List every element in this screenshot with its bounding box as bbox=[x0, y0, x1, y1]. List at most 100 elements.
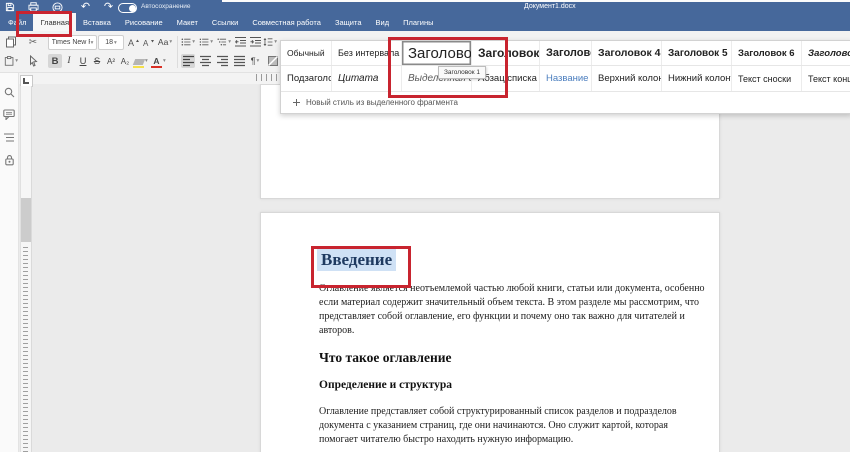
align-justify-button[interactable] bbox=[232, 54, 246, 68]
paste-button[interactable] bbox=[4, 54, 18, 68]
doc-paragraph-2: Оглавление представляет собой структурир… bbox=[319, 405, 677, 447]
style-normal[interactable]: Обычный bbox=[281, 41, 332, 65]
strikethrough-button[interactable]: S bbox=[90, 54, 104, 68]
increase-font-icon[interactable]: A bbox=[126, 35, 140, 49]
subscript-button[interactable]: A₂ bbox=[118, 54, 132, 68]
numbered-list-icon[interactable] bbox=[199, 35, 213, 49]
toolbar-separator bbox=[177, 36, 178, 68]
change-case-icon[interactable]: Aa bbox=[156, 35, 174, 49]
font-color-icon[interactable]: A bbox=[151, 54, 166, 68]
svg-text:A: A bbox=[143, 39, 149, 48]
align-left-button[interactable] bbox=[181, 54, 195, 68]
svg-text:A: A bbox=[128, 38, 134, 48]
paragraph-marks-icon[interactable]: ¶ bbox=[248, 54, 262, 68]
document-canvas: Введение Оглавление является неотъемлемо… bbox=[31, 84, 850, 452]
undo-icon[interactable]: ↶ bbox=[80, 2, 91, 12]
paragraph-line: Оглавление является неотъемлемой частью … bbox=[319, 282, 705, 296]
align-center-button[interactable] bbox=[198, 54, 212, 68]
new-style-button[interactable]: Новый стиль из выделенного фрагмента bbox=[281, 92, 850, 113]
word-processor-window: ↶ ↷ Автосохранение Документ1.docx Файл Г… bbox=[0, 0, 850, 452]
tab-insert[interactable]: Вставка bbox=[76, 13, 118, 31]
autosave-toggle[interactable] bbox=[118, 3, 137, 13]
styles-row-2: Подзаголовок Цитата Выделенная цитата Аб… bbox=[281, 66, 850, 92]
window-top-strip bbox=[222, 0, 850, 2]
lock-icon[interactable] bbox=[3, 154, 15, 166]
style-subtitle[interactable]: Подзаголовок bbox=[281, 66, 332, 91]
doc-heading-3: Определение и структура bbox=[319, 379, 452, 391]
cut-button[interactable]: ✂ bbox=[26, 35, 40, 49]
style-endnote-text[interactable]: Текст концевой сноски bbox=[802, 66, 850, 91]
paragraph-line: Оглавление представляет собой структурир… bbox=[319, 405, 677, 419]
comments-icon[interactable] bbox=[3, 108, 15, 120]
doc-heading-1: Введение bbox=[317, 249, 396, 271]
paragraph-line: если материал содержит значительный объе… bbox=[319, 296, 705, 310]
bullet-list-icon[interactable] bbox=[181, 35, 195, 49]
doc-paragraph-1: Оглавление является неотъемлемой частью … bbox=[319, 282, 705, 338]
tab-protection[interactable]: Защита bbox=[328, 13, 369, 31]
style-quote[interactable]: Цитата bbox=[332, 66, 402, 91]
style-no-spacing[interactable]: Без интервала bbox=[332, 41, 402, 65]
tab-home[interactable]: Главная bbox=[33, 13, 76, 31]
redo-icon[interactable]: ↷ bbox=[103, 2, 114, 12]
decrease-font-icon[interactable]: A bbox=[141, 35, 155, 49]
font-size-value: 18 bbox=[105, 39, 113, 46]
style-footnote-text[interactable]: Текст сноски bbox=[732, 66, 802, 91]
save-icon[interactable] bbox=[4, 2, 15, 12]
style-heading-4[interactable]: Заголовок 4 bbox=[592, 41, 662, 65]
line-spacing-icon[interactable] bbox=[263, 35, 277, 49]
left-panel bbox=[0, 72, 19, 452]
quick-print-icon[interactable] bbox=[52, 2, 63, 12]
superscript-button[interactable]: A² bbox=[104, 54, 118, 68]
style-heading-2[interactable]: Заголовок 2 bbox=[472, 41, 540, 65]
highlight-color-icon[interactable] bbox=[133, 54, 148, 68]
underline-button[interactable]: U bbox=[76, 54, 90, 68]
doc-heading-2: Что такое оглавление bbox=[319, 350, 452, 366]
italic-button[interactable]: I bbox=[62, 54, 76, 68]
vertical-ruler bbox=[20, 86, 32, 452]
style-tooltip: Заголовок 1 bbox=[438, 66, 486, 79]
tab-view[interactable]: Вид bbox=[369, 13, 397, 31]
print-icon[interactable] bbox=[28, 2, 39, 12]
ribbon-tabs: Файл Главная Вставка Рисование Макет Ссы… bbox=[0, 13, 441, 31]
document-title: Документ1.docx bbox=[524, 3, 576, 10]
font-size-select[interactable]: 18 bbox=[98, 35, 124, 50]
horizontal-ruler bbox=[256, 74, 279, 81]
styles-row-1: Обычный Без интервала Заголовок 1 Заголо… bbox=[281, 41, 850, 66]
style-header[interactable]: Верхний колонтитул bbox=[592, 66, 662, 91]
decrease-indent-icon[interactable] bbox=[233, 35, 247, 49]
font-name-value: Times New Roman bbox=[52, 39, 90, 46]
paragraph-line: представляет собой оглавление, его функц… bbox=[319, 310, 705, 324]
new-style-label: Новый стиль из выделенного фрагмента bbox=[306, 98, 458, 107]
paragraph-line: авторов. bbox=[319, 324, 705, 338]
tab-layout[interactable]: Макет bbox=[170, 13, 205, 31]
styles-gallery-panel: Обычный Без интервала Заголовок 1 Заголо… bbox=[280, 40, 850, 114]
top-bar: ↶ ↷ Автосохранение Документ1.docx Файл Г… bbox=[0, 0, 850, 31]
style-title[interactable]: Название bbox=[540, 66, 592, 91]
style-heading-5[interactable]: Заголовок 5 bbox=[662, 41, 732, 65]
style-heading-1[interactable]: Заголовок 1 bbox=[402, 41, 472, 65]
page-2[interactable]: Введение Оглавление является неотъемлемо… bbox=[260, 212, 720, 452]
align-right-button[interactable] bbox=[215, 54, 229, 68]
tab-references[interactable]: Ссылки bbox=[205, 13, 245, 31]
style-heading-7[interactable]: Заголовок 7 bbox=[802, 41, 850, 65]
multilevel-list-icon[interactable] bbox=[217, 35, 231, 49]
font-name-select[interactable]: Times New Roman bbox=[48, 35, 97, 50]
bold-button[interactable]: B bbox=[48, 54, 62, 68]
style-footer[interactable]: Нижний колонтитул bbox=[662, 66, 732, 91]
tab-draw[interactable]: Рисование bbox=[118, 13, 170, 31]
select-tool-icon[interactable] bbox=[26, 54, 40, 68]
copy-button[interactable] bbox=[4, 35, 18, 49]
tab-collaboration[interactable]: Совместная работа bbox=[245, 13, 328, 31]
paragraph-line: помогает читателю быстро находить нужную… bbox=[319, 433, 677, 447]
shading-icon[interactable] bbox=[266, 54, 280, 68]
search-icon[interactable] bbox=[3, 86, 15, 98]
autosave-label: Автосохранение bbox=[141, 3, 191, 10]
style-heading-3[interactable]: Заголовок 3 bbox=[540, 41, 592, 65]
tab-file[interactable]: Файл bbox=[1, 13, 33, 31]
navigation-headings-icon[interactable] bbox=[3, 131, 15, 143]
plus-icon bbox=[293, 99, 300, 106]
increase-indent-icon[interactable] bbox=[248, 35, 262, 49]
tab-plugins[interactable]: Плагины bbox=[396, 13, 440, 31]
paragraph-line: документа с указанием страниц, где они н… bbox=[319, 419, 677, 433]
style-heading-6[interactable]: Заголовок 6 bbox=[732, 41, 802, 65]
